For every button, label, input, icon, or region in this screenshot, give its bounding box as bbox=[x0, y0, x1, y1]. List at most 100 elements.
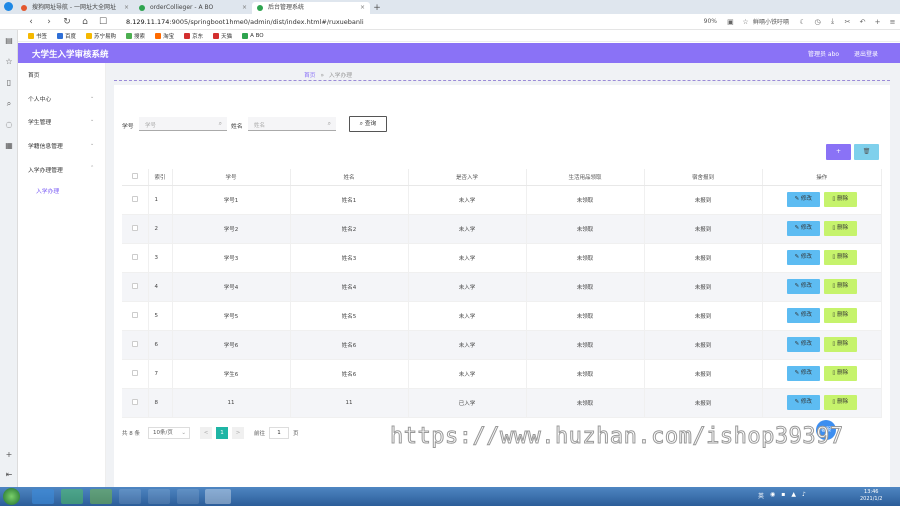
browser-tab[interactable]: 搜狗网址导航 - 一网址大全网址 × bbox=[16, 2, 134, 14]
reader-icon[interactable]: ▤ bbox=[4, 36, 14, 46]
delete-button[interactable]: ▯ 删除 bbox=[823, 337, 857, 352]
sidebar-item-enrollment-management[interactable]: 入学办理管理 ⌃ bbox=[28, 165, 94, 174]
goto-page-input[interactable]: 1 bbox=[269, 427, 290, 439]
bookmark-item[interactable]: 搜索 bbox=[126, 32, 145, 40]
edit-button[interactable]: ✎ 修改 bbox=[786, 308, 820, 323]
delete-button[interactable]: ▯ 删除 bbox=[823, 395, 857, 410]
edit-button[interactable]: ✎ 修改 bbox=[786, 250, 820, 265]
bookmark-item[interactable]: 淘宝 bbox=[155, 32, 174, 40]
new-tab-button[interactable]: + bbox=[370, 2, 384, 14]
undo-icon[interactable]: ↶ bbox=[855, 18, 870, 26]
browser-tab[interactable]: orderCollieger - A BO × bbox=[134, 2, 252, 14]
row-checkbox[interactable] bbox=[131, 253, 138, 260]
next-page-button[interactable]: > bbox=[232, 427, 244, 439]
active-browser-taskbar-icon[interactable] bbox=[205, 489, 231, 504]
explorer-taskbar-icon[interactable] bbox=[119, 489, 141, 504]
row-checkbox[interactable] bbox=[131, 224, 138, 231]
forward-icon[interactable]: › bbox=[40, 17, 58, 27]
news-text[interactable]: 鲜嗝小铁吁嗝 bbox=[753, 17, 789, 26]
sidebar-item-student-management[interactable]: 学生管理 ⌄ bbox=[28, 117, 94, 126]
delete-button[interactable]: ▯ 删除 bbox=[823, 192, 857, 207]
close-tab-icon[interactable]: × bbox=[242, 2, 247, 14]
breadcrumb-home[interactable]: 首页 bbox=[304, 73, 316, 79]
page-number-1[interactable]: 1 bbox=[216, 427, 228, 439]
browser-tab[interactable]: 后台管理系统 × bbox=[252, 2, 370, 14]
row-select-cell[interactable] bbox=[122, 359, 149, 389]
add-sidebar-icon[interactable]: + bbox=[4, 450, 14, 460]
sidebar-item-registry-management[interactable]: 学籍信息管理 ⌄ bbox=[28, 141, 94, 150]
row-checkbox[interactable] bbox=[131, 311, 138, 318]
edit-button[interactable]: ✎ 修改 bbox=[786, 395, 820, 410]
select-all-header[interactable] bbox=[122, 169, 149, 186]
select-all-checkbox[interactable] bbox=[131, 172, 138, 179]
browser-taskbar-icon[interactable] bbox=[61, 489, 83, 504]
start-button-icon[interactable] bbox=[3, 488, 20, 505]
extension-icon[interactable]: ▣ bbox=[723, 18, 738, 26]
row-checkbox[interactable] bbox=[131, 398, 138, 405]
bookmark-item[interactable]: 百度 bbox=[57, 32, 76, 40]
favorites-icon[interactable]: ☆ bbox=[4, 57, 14, 67]
download-icon[interactable]: ⤓ bbox=[825, 17, 840, 26]
bookmark-item[interactable]: 书签 bbox=[28, 32, 47, 40]
close-tab-icon[interactable]: × bbox=[360, 2, 365, 14]
volume-icon[interactable]: ♪ bbox=[802, 491, 806, 500]
edit-button[interactable]: ✎ 修改 bbox=[786, 221, 820, 236]
url-field[interactable]: 8.129.11.174:9005/springboot1hme0/admin/… bbox=[126, 18, 704, 26]
edit-button[interactable]: ✎ 修改 bbox=[786, 192, 820, 207]
close-tab-icon[interactable]: × bbox=[124, 2, 129, 14]
row-select-cell[interactable] bbox=[122, 330, 149, 360]
window-taskbar-icon[interactable] bbox=[177, 489, 199, 504]
home-icon[interactable]: ⌂ bbox=[76, 17, 94, 27]
row-select-cell[interactable] bbox=[122, 301, 149, 331]
edit-button[interactable]: ✎ 修改 bbox=[786, 366, 820, 381]
bookmark-item[interactable]: A BO bbox=[242, 32, 264, 39]
sidebar-item-personal-center[interactable]: 个人中心 ⌄ bbox=[28, 94, 94, 103]
paint-taskbar-icon[interactable] bbox=[148, 489, 170, 504]
row-checkbox[interactable] bbox=[131, 282, 138, 289]
clock[interactable]: 13:46 2021/1/2 bbox=[860, 489, 882, 503]
delete-button[interactable]: ▯ 删除 bbox=[823, 221, 857, 236]
menu-icon[interactable]: ≡ bbox=[885, 18, 900, 26]
sidebar-subitem-enrollment[interactable]: 入学办理 bbox=[36, 186, 59, 195]
student-id-input[interactable]: 学号 ⌕ bbox=[139, 117, 227, 131]
zoom-level[interactable]: 90% bbox=[704, 18, 717, 25]
page-size-select[interactable]: 10条/页 ⌄ bbox=[148, 427, 190, 439]
prev-page-button[interactable]: < bbox=[200, 427, 212, 439]
row-select-cell[interactable] bbox=[122, 388, 149, 418]
night-mode-icon[interactable]: ☾ bbox=[795, 18, 810, 26]
edit-button[interactable]: ✎ 修改 bbox=[786, 337, 820, 352]
back-icon[interactable]: ‹ bbox=[22, 17, 40, 27]
star-icon[interactable]: ☆ bbox=[738, 18, 753, 26]
tray-icon[interactable]: ▪ bbox=[781, 491, 785, 500]
history-icon[interactable]: ◷ bbox=[810, 18, 825, 26]
sidebar-item-home[interactable]: 首页 bbox=[28, 70, 40, 79]
delete-button[interactable]: ▯ 删除 bbox=[823, 279, 857, 294]
notes-icon[interactable]: ▦ bbox=[4, 141, 14, 151]
bookmark-item[interactable]: 京东 bbox=[184, 32, 203, 40]
delete-button[interactable]: ▯ 删除 bbox=[823, 366, 857, 381]
refresh-icon[interactable]: ↻ bbox=[58, 17, 76, 27]
scissors-icon[interactable]: ✂ bbox=[840, 18, 855, 26]
search-icon[interactable]: ⌕ bbox=[4, 99, 14, 109]
name-input[interactable]: 姓名 ⌕ bbox=[248, 117, 336, 131]
book-icon[interactable]: ▯ bbox=[4, 78, 14, 88]
delete-button[interactable]: ▯ 删除 bbox=[823, 250, 857, 265]
bookmark-item[interactable]: 天猫 bbox=[213, 32, 232, 40]
row-select-cell[interactable] bbox=[122, 214, 149, 244]
add-icon[interactable]: + bbox=[870, 18, 885, 26]
collapse-sidebar-icon[interactable]: ⇤ bbox=[4, 470, 14, 480]
media-taskbar-icon[interactable] bbox=[90, 489, 112, 504]
row-select-cell[interactable] bbox=[122, 185, 149, 215]
row-checkbox[interactable] bbox=[131, 195, 138, 202]
tray-icon[interactable]: ◉ bbox=[770, 491, 775, 500]
logout-link[interactable]: 退出登录 bbox=[854, 49, 878, 58]
network-icon[interactable]: ▲ bbox=[791, 491, 796, 500]
row-checkbox[interactable] bbox=[131, 340, 138, 347]
row-select-cell[interactable] bbox=[122, 243, 149, 273]
chat-icon[interactable]: ◌ bbox=[4, 120, 14, 130]
delete-button[interactable]: ▯ 删除 bbox=[823, 308, 857, 323]
edit-button[interactable]: ✎ 修改 bbox=[786, 279, 820, 294]
ime-indicator[interactable]: 英 bbox=[758, 491, 764, 500]
row-select-cell[interactable] bbox=[122, 272, 149, 302]
row-checkbox[interactable] bbox=[131, 369, 138, 376]
